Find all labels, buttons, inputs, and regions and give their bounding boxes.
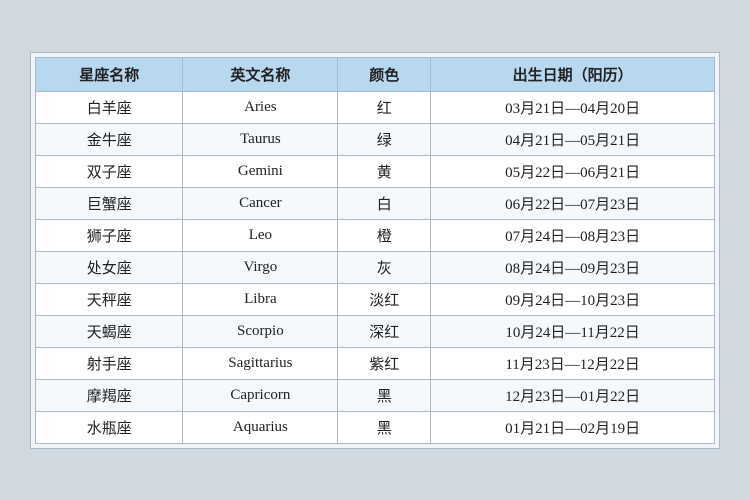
cell-color: 绿 [338,123,431,155]
cell-dates: 09月24日—10月23日 [431,283,715,315]
cell-chinese-name: 射手座 [36,347,183,379]
table-row: 射手座Sagittarius紫红11月23日—12月22日 [36,347,715,379]
cell-color: 紫红 [338,347,431,379]
cell-dates: 06月22日—07月23日 [431,187,715,219]
cell-color: 黄 [338,155,431,187]
cell-color: 橙 [338,219,431,251]
cell-color: 深红 [338,315,431,347]
table-row: 处女座Virgo灰08月24日—09月23日 [36,251,715,283]
cell-english-name: Scorpio [183,315,338,347]
header-color: 颜色 [338,57,431,91]
cell-chinese-name: 摩羯座 [36,379,183,411]
cell-chinese-name: 处女座 [36,251,183,283]
table-row: 狮子座Leo橙07月24日—08月23日 [36,219,715,251]
cell-chinese-name: 白羊座 [36,91,183,123]
cell-color: 灰 [338,251,431,283]
cell-chinese-name: 水瓶座 [36,411,183,443]
cell-english-name: Cancer [183,187,338,219]
cell-chinese-name: 双子座 [36,155,183,187]
table-row: 天秤座Libra淡红09月24日—10月23日 [36,283,715,315]
table-row: 天蝎座Scorpio深红10月24日—11月22日 [36,315,715,347]
cell-english-name: Aries [183,91,338,123]
cell-english-name: Capricorn [183,379,338,411]
table-row: 白羊座Aries红03月21日—04月20日 [36,91,715,123]
table-row: 摩羯座Capricorn黑12月23日—01月22日 [36,379,715,411]
table-row: 水瓶座Aquarius黑01月21日—02月19日 [36,411,715,443]
cell-color: 淡红 [338,283,431,315]
cell-english-name: Virgo [183,251,338,283]
cell-dates: 05月22日—06月21日 [431,155,715,187]
zodiac-table: 星座名称 英文名称 颜色 出生日期（阳历） 白羊座Aries红03月21日—04… [35,57,715,444]
cell-english-name: Leo [183,219,338,251]
cell-color: 黑 [338,379,431,411]
cell-english-name: Sagittarius [183,347,338,379]
cell-color: 白 [338,187,431,219]
cell-dates: 10月24日—11月22日 [431,315,715,347]
header-chinese-name: 星座名称 [36,57,183,91]
cell-dates: 03月21日—04月20日 [431,91,715,123]
cell-dates: 11月23日—12月22日 [431,347,715,379]
cell-chinese-name: 巨蟹座 [36,187,183,219]
cell-chinese-name: 天秤座 [36,283,183,315]
cell-color: 黑 [338,411,431,443]
cell-english-name: Gemini [183,155,338,187]
table-row: 双子座Gemini黄05月22日—06月21日 [36,155,715,187]
header-dates: 出生日期（阳历） [431,57,715,91]
cell-dates: 08月24日—09月23日 [431,251,715,283]
cell-dates: 07月24日—08月23日 [431,219,715,251]
table-header-row: 星座名称 英文名称 颜色 出生日期（阳历） [36,57,715,91]
header-english-name: 英文名称 [183,57,338,91]
cell-color: 红 [338,91,431,123]
table-row: 金牛座Taurus绿04月21日—05月21日 [36,123,715,155]
cell-english-name: Aquarius [183,411,338,443]
cell-chinese-name: 狮子座 [36,219,183,251]
cell-english-name: Taurus [183,123,338,155]
cell-dates: 12月23日—01月22日 [431,379,715,411]
cell-dates: 01月21日—02月19日 [431,411,715,443]
cell-chinese-name: 天蝎座 [36,315,183,347]
table-row: 巨蟹座Cancer白06月22日—07月23日 [36,187,715,219]
cell-english-name: Libra [183,283,338,315]
cell-chinese-name: 金牛座 [36,123,183,155]
cell-dates: 04月21日—05月21日 [431,123,715,155]
zodiac-table-container: 星座名称 英文名称 颜色 出生日期（阳历） 白羊座Aries红03月21日—04… [30,52,720,449]
